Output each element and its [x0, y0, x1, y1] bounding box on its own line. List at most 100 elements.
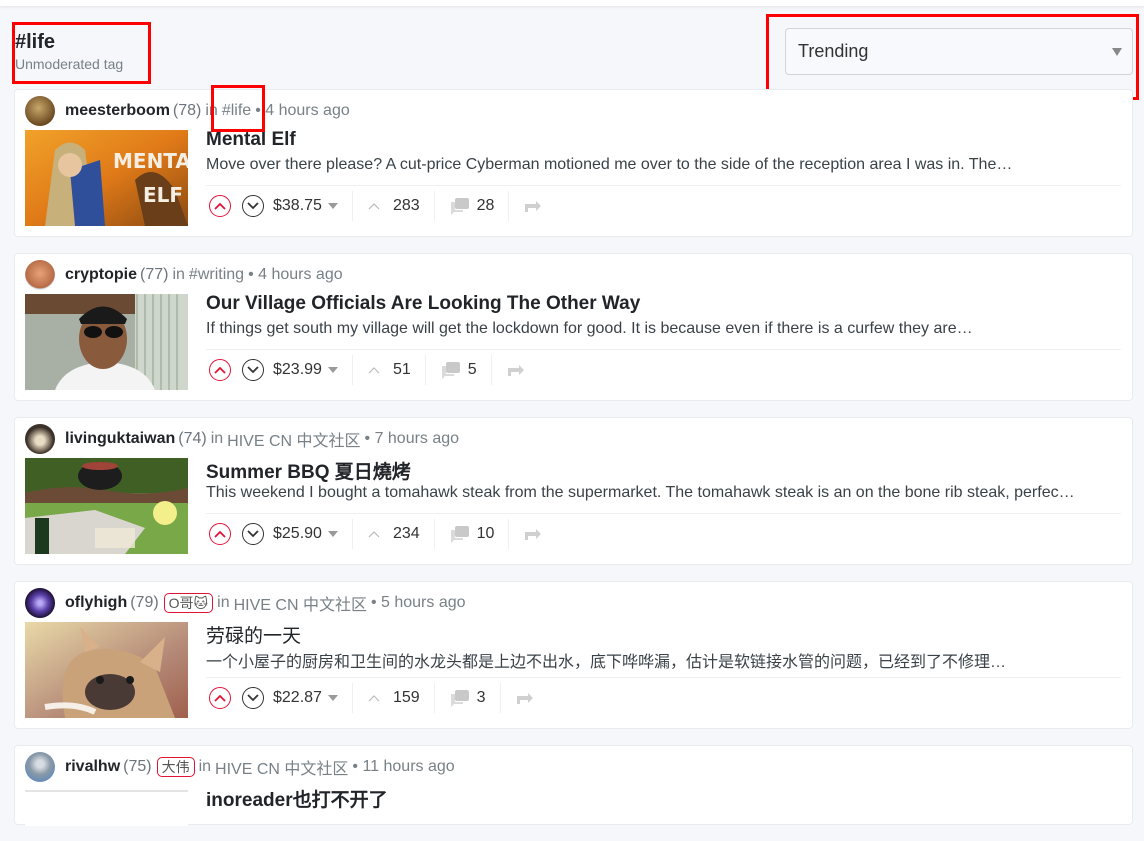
- chevron-down-icon: [247, 202, 259, 210]
- svg-text:MENTAL: MENTAL: [113, 149, 188, 173]
- author-badge: O哥🐱: [163, 593, 214, 613]
- post-header: oflyhigh (79) O哥🐱 in HIVE CN 中文社区 • 5 ho…: [25, 587, 466, 619]
- community-link[interactable]: HIVE CN 中文社区: [227, 427, 360, 451]
- sort-selected-value: Trending: [798, 41, 869, 61]
- payout-value: $25.90: [273, 525, 322, 542]
- post-summary[interactable]: Move over there please? A cut-price Cybe…: [206, 156, 1121, 174]
- post-actions: $22.87 159 3: [209, 683, 535, 713]
- reblog-button[interactable]: [523, 198, 543, 214]
- sort-dropdown[interactable]: Trending: [785, 28, 1133, 75]
- caret-down-icon: [327, 203, 338, 209]
- tag-title: #life: [15, 31, 56, 53]
- post-time[interactable]: • 11 hours ago: [352, 758, 454, 776]
- votes-count[interactable]: 234: [367, 525, 420, 543]
- votes-count[interactable]: 159: [367, 689, 420, 707]
- post-thumbnail[interactable]: [25, 622, 188, 718]
- divider: [433, 683, 435, 713]
- divider: [351, 355, 353, 385]
- post-title[interactable]: inoreader也打不开了: [206, 785, 388, 812]
- chevron-down-icon: [247, 530, 259, 538]
- post-header: cryptopie (77) in #writing • 4 hours ago: [25, 259, 343, 291]
- post-time[interactable]: • 4 hours ago: [255, 102, 350, 120]
- post-thumbnail[interactable]: [25, 294, 188, 390]
- divider: [508, 519, 510, 549]
- in-label: in: [217, 594, 230, 611]
- post-title[interactable]: Summer BBQ 夏日燒烤: [206, 457, 411, 484]
- post-thumbnail[interactable]: MENTAL ELF: [25, 130, 188, 226]
- comments-icon: [450, 198, 469, 215]
- post-header: rivalhw (75) 大伟 in HIVE CN 中文社区 • 11 hou…: [25, 751, 455, 783]
- caret-down-icon: [327, 531, 338, 537]
- community-link[interactable]: HIVE CN 中文社区: [234, 591, 367, 615]
- in-label: in: [210, 430, 224, 447]
- comments-link[interactable]: 10: [449, 525, 494, 543]
- reblog-button[interactable]: [506, 362, 526, 378]
- comments-link[interactable]: 5: [440, 361, 477, 379]
- vote-chevron-icon: [368, 695, 380, 702]
- caret-down-icon: [1112, 48, 1122, 56]
- downvote-button[interactable]: [242, 523, 264, 545]
- downvote-button[interactable]: [242, 195, 264, 217]
- post-card: rivalhw (75) 大伟 in HIVE CN 中文社区 • 11 hou…: [14, 745, 1133, 826]
- author-link[interactable]: rivalhw: [65, 758, 120, 776]
- payout-dropdown[interactable]: $38.75: [273, 197, 338, 215]
- upvote-button[interactable]: [209, 195, 231, 217]
- reblog-button[interactable]: [523, 526, 543, 542]
- post-actions: $25.90 234 10: [209, 519, 543, 549]
- comments-icon: [450, 526, 469, 543]
- chevron-up-icon: [214, 202, 226, 210]
- votes-count[interactable]: 283: [367, 197, 420, 215]
- avatar[interactable]: [25, 260, 55, 290]
- post-time[interactable]: • 4 hours ago: [248, 266, 343, 284]
- downvote-button[interactable]: [242, 359, 264, 381]
- avatar[interactable]: [25, 96, 55, 126]
- post-time[interactable]: • 5 hours ago: [371, 594, 466, 612]
- payout-dropdown[interactable]: $25.90: [273, 525, 338, 543]
- post-title[interactable]: 劳碌的一天: [206, 621, 301, 648]
- reblog-button[interactable]: [515, 690, 535, 706]
- post-thumbnail[interactable]: [25, 786, 188, 826]
- community-link[interactable]: HIVE CN 中文社区: [215, 755, 348, 779]
- post-title[interactable]: Mental Elf: [206, 129, 296, 151]
- post-header: meesterboom (78) in #life • 4 hours ago: [25, 95, 350, 127]
- chevron-down-icon: [247, 694, 259, 702]
- upvote-button[interactable]: [209, 687, 231, 709]
- post-thumbnail[interactable]: [25, 458, 188, 554]
- svg-text:ELF: ELF: [143, 183, 183, 207]
- author-link[interactable]: oflyhigh: [65, 594, 127, 612]
- author-reputation: (77): [140, 266, 169, 283]
- avatar[interactable]: [25, 588, 55, 618]
- post-summary[interactable]: 一个小屋子的厨房和卫生间的水龙头都是上边不出水，底下哗哗漏，估计是软链接水管的问…: [206, 648, 1121, 672]
- divider: [424, 355, 426, 385]
- avatar[interactable]: [25, 424, 55, 454]
- tag-header: #life Unmoderated tag: [15, 30, 123, 73]
- divider: [351, 519, 353, 549]
- community-link[interactable]: #writing: [189, 266, 244, 284]
- post-summary[interactable]: This weekend I bought a tomahawk steak f…: [206, 484, 1121, 502]
- author-reputation: (74): [178, 430, 207, 447]
- votes-count[interactable]: 51: [367, 361, 411, 379]
- in-label: in: [172, 266, 185, 283]
- avatar[interactable]: [25, 752, 55, 782]
- upvote-button[interactable]: [209, 523, 231, 545]
- payout-value: $23.99: [273, 361, 322, 378]
- comments-link[interactable]: 3: [449, 689, 486, 707]
- caret-down-icon: [327, 367, 338, 373]
- post-title[interactable]: Our Village Officials Are Looking The Ot…: [206, 293, 640, 315]
- votes-value: 51: [392, 361, 411, 378]
- author-link[interactable]: meesterboom: [65, 102, 170, 120]
- payout-dropdown[interactable]: $23.99: [273, 361, 338, 379]
- downvote-button[interactable]: [242, 687, 264, 709]
- upvote-button[interactable]: [209, 359, 231, 381]
- vote-chevron-icon: [368, 367, 380, 374]
- votes-value: 159: [392, 689, 420, 706]
- comments-value: 28: [476, 197, 495, 214]
- payout-dropdown[interactable]: $22.87: [273, 689, 338, 707]
- post-summary[interactable]: If things get south my village will get …: [206, 320, 1121, 338]
- author-link[interactable]: livinguktaiwan: [65, 430, 175, 448]
- post-card: livinguktaiwan (74) in HIVE CN 中文社区 • 7 …: [14, 417, 1133, 565]
- community-link[interactable]: #life: [222, 102, 251, 120]
- author-link[interactable]: cryptopie: [65, 266, 137, 284]
- comments-link[interactable]: 28: [449, 197, 495, 215]
- post-time[interactable]: • 7 hours ago: [365, 430, 460, 448]
